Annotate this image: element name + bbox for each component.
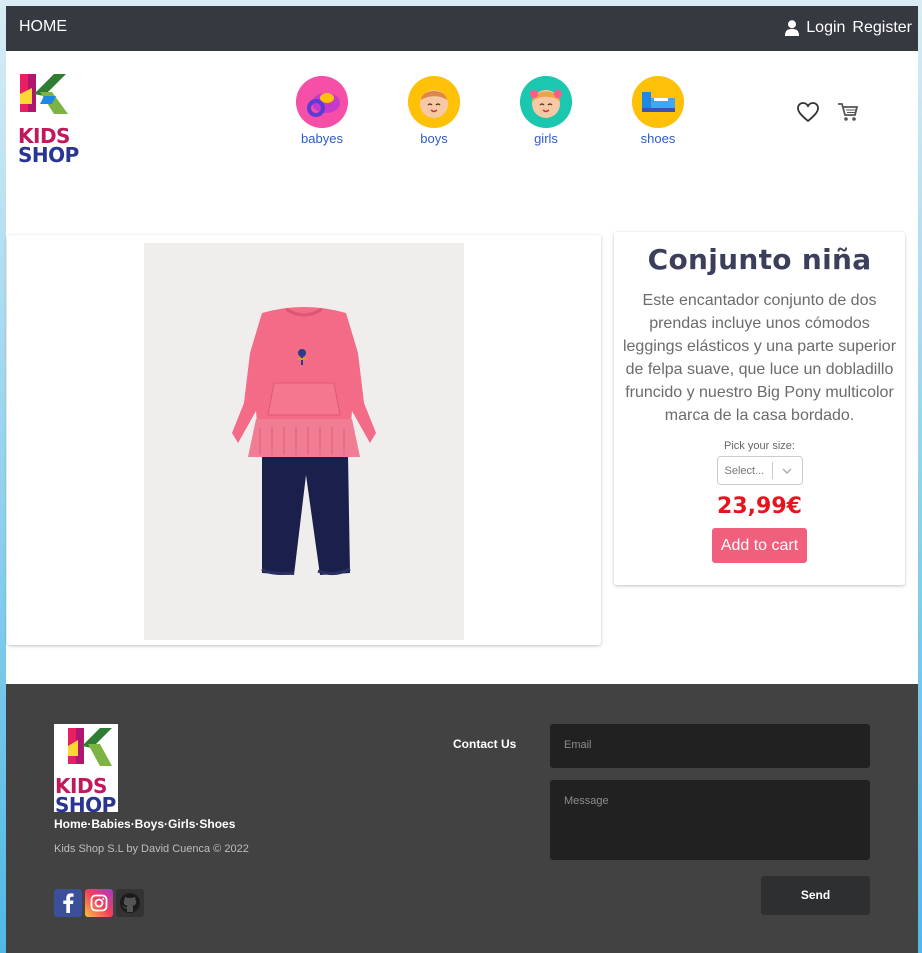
contact-us-label: Contact Us: [453, 737, 517, 751]
cart-icon[interactable]: [837, 101, 859, 123]
email-field[interactable]: Email: [550, 724, 870, 768]
category-shoes[interactable]: shoes: [602, 76, 714, 146]
message-field[interactable]: Message: [550, 780, 870, 860]
footer-logo[interactable]: KIDS SHOP: [54, 724, 118, 817]
footer: KIDS SHOP Home·Babies·Boys·Girls·Shoes K…: [6, 684, 918, 953]
k-logo-icon: [68, 728, 112, 766]
girl-face-icon: [520, 76, 572, 128]
home-link[interactable]: HOME: [19, 18, 67, 36]
login-link[interactable]: Login: [806, 19, 845, 37]
facebook-icon[interactable]: [54, 889, 82, 917]
k-logo-icon: [20, 74, 68, 114]
product-image: [144, 243, 464, 640]
brand-logo[interactable]: KIDS SHOP: [18, 74, 84, 167]
heart-icon[interactable]: [796, 101, 820, 123]
footer-nav-links[interactable]: Home·Babies·Boys·Girls·Shoes: [54, 817, 235, 831]
brand-line-2: SHOP: [18, 143, 79, 167]
category-girls[interactable]: girls: [490, 76, 602, 146]
register-link[interactable]: Register: [852, 19, 912, 37]
category-label: babyes: [301, 131, 343, 146]
pacifier-icon: [296, 76, 348, 128]
size-label: Pick your size:: [724, 440, 795, 452]
size-select-placeholder: Select...: [724, 464, 765, 477]
footer-brand-line-2: SHOP: [55, 793, 116, 817]
boy-face-icon: [408, 76, 460, 128]
instagram-icon[interactable]: [85, 889, 113, 917]
social-links: [54, 889, 144, 917]
user-icon: [785, 20, 800, 36]
github-icon[interactable]: [116, 889, 144, 917]
category-nav: babyes boys girls shoes: [266, 76, 714, 146]
size-select[interactable]: Select...: [716, 456, 803, 485]
add-to-cart-button[interactable]: Add to cart: [712, 528, 807, 563]
footer-brand-text: KIDS SHOP: [54, 776, 118, 817]
category-label: girls: [534, 131, 558, 146]
send-button[interactable]: Send: [761, 876, 870, 915]
top-navbar: HOME Login Register: [6, 6, 918, 51]
product-price: 23,99€: [717, 494, 802, 519]
chevron-down-icon: [773, 468, 802, 474]
category-label: shoes: [640, 131, 676, 146]
product-description: Este encantador conjunto de dos prendas …: [622, 292, 897, 424]
category-babyes[interactable]: babyes: [266, 76, 378, 146]
footer-copyright: Kids Shop S.L by David Cuenca © 2022: [54, 843, 249, 855]
brand-text: KIDS SHOP: [18, 126, 84, 167]
page: HOME Login Register KIDS SHOP babyes boy…: [6, 6, 918, 953]
account-links: Login Register: [785, 19, 912, 37]
category-boys[interactable]: boys: [378, 76, 490, 146]
shoe-icon: [632, 76, 684, 128]
product-info-card: Conjunto niña Este encantador conjunto d…: [614, 232, 905, 585]
product-title: Conjunto niña: [647, 243, 872, 276]
header-icons: [796, 101, 859, 123]
category-label: boys: [420, 131, 448, 146]
